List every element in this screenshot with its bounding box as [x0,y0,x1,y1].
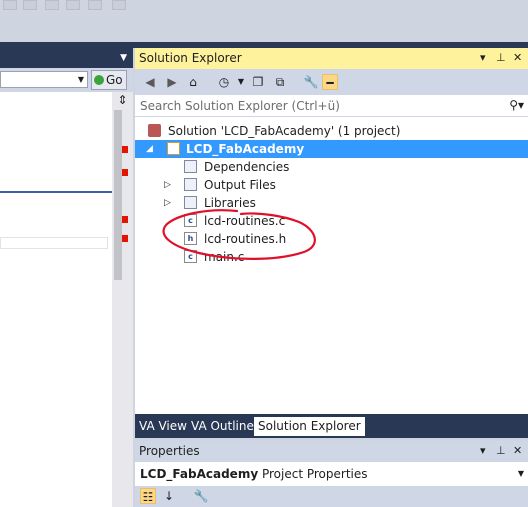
toolbar-icon[interactable] [3,0,17,10]
tree-row-solution[interactable]: Solution 'LCD_FabAcademy' (1 project) [135,122,528,140]
tab-va-outline[interactable]: VA Outline [187,417,258,436]
solution-explorer-header: Solution Explorer ▾ ⊥ ✕ [135,48,528,69]
close-icon[interactable]: ✕ [513,444,522,457]
search-box[interactable]: Search Solution Explorer (Ctrl+ü) ⚲▾ [135,95,528,117]
preview-selected-icon[interactable]: ━ [322,74,338,90]
chevron-down-icon[interactable]: ▼ [233,74,249,90]
properties-toolbar: ☷ ↓ 🔧 [135,486,528,507]
solution-explorer-title: Solution Explorer [139,51,242,65]
error-marker[interactable] [122,235,128,242]
show-all-files-icon[interactable]: ⧉ [272,74,288,90]
toolbar-icon[interactable] [23,0,37,10]
editor-header: ▼ [0,48,133,68]
solution-explorer-toolbar: ◀ ▶ ⌂ ◷ ▼ ❐ ⧉ 🔧 ━ [135,69,528,95]
go-button-label: Go [106,73,123,87]
tree-row-output-files[interactable]: ▷ Output Files [135,176,528,194]
properties-object-type: Project Properties [261,467,368,481]
editor-toolbar: ▼ Go [0,68,133,92]
home-icon[interactable]: ⌂ [185,74,201,90]
forward-icon[interactable]: ▶ [164,74,180,90]
expand-triangle-icon[interactable]: ▷ [164,176,171,194]
toolbar-icon[interactable] [112,0,126,10]
tab-solution-explorer[interactable]: Solution Explorer [254,417,365,436]
red-annotation-circle [162,209,316,260]
dropdown-icon[interactable]: ▾ [480,444,486,457]
folder-icon [184,178,197,191]
tool-window-tabs: VA View VA Outline Solution Explorer [135,414,528,438]
search-icon[interactable]: ⚲▾ [509,98,524,112]
chevron-down-icon[interactable]: ▼ [120,53,127,63]
editor-scrollbar[interactable]: ⇕ [112,92,133,507]
properties-wrench-icon[interactable]: 🔧 [303,74,319,90]
go-arrow-icon [94,75,104,85]
tree-row-project[interactable]: ◢ LCD_FabAcademy [135,140,528,158]
tab-va-view[interactable]: VA View [135,417,191,436]
categorized-icon[interactable]: ☷ [140,488,156,504]
pending-changes-icon[interactable]: ◷ [216,74,232,90]
pin-icon[interactable]: ⊥ [496,51,506,64]
collapse-all-icon[interactable]: ❐ [250,74,266,90]
collapse-triangle-icon[interactable]: ◢ [146,140,153,158]
editor-pane: ▼ ▼ Go ⇕ [0,48,133,507]
error-marker[interactable] [122,216,128,223]
go-button[interactable]: Go [91,70,127,90]
scrollbar-thumb[interactable] [114,110,122,280]
toolbar-icon[interactable] [88,0,102,10]
chevron-down-icon[interactable]: ▼ [78,75,84,84]
split-window-icon[interactable]: ⇕ [112,92,133,108]
toolbar-icon[interactable] [45,0,59,10]
project-icon [167,142,180,155]
project-label: LCD_FabAcademy [186,142,305,156]
tree-item-label: Output Files [204,178,276,192]
properties-object-name: LCD_FabAcademy [140,467,259,481]
dropdown-icon[interactable]: ▾ [480,51,486,64]
chevron-down-icon[interactable]: ▼ [518,464,524,484]
close-icon[interactable]: ✕ [513,51,522,64]
alphabetical-icon[interactable]: ↓ [161,488,177,504]
toolbar-icon[interactable] [66,0,80,10]
search-input[interactable]: Search Solution Explorer (Ctrl+ü) [140,99,340,113]
pin-icon[interactable]: ⊥ [496,444,506,457]
error-marker[interactable] [122,169,128,176]
property-pages-wrench-icon[interactable]: 🔧 [193,488,209,504]
error-marker[interactable] [122,146,128,153]
editor-line-box [0,237,108,249]
navigation-combo[interactable]: ▼ [0,71,88,88]
top-toolbar-strip [0,0,528,42]
solution-label: Solution 'LCD_FabAcademy' (1 project) [168,124,401,138]
editor-area[interactable] [0,92,112,507]
tree-row-dependencies[interactable]: Dependencies [135,158,528,176]
properties-object-combo[interactable]: LCD_FabAcademy Project Properties ▼ [135,464,528,484]
current-line-indicator [0,191,112,193]
properties-pane: Properties ▾ ⊥ ✕ LCD_FabAcademy Project … [135,441,528,507]
folder-icon [184,160,197,173]
properties-title: Properties [139,444,200,458]
solution-explorer-pane: Solution Explorer ▾ ⊥ ✕ ◀ ▶ ⌂ ◷ ▼ ❐ ⧉ 🔧 … [135,48,528,438]
back-icon[interactable]: ◀ [142,74,158,90]
solution-icon [148,124,161,137]
properties-header: Properties ▾ ⊥ ✕ [135,441,528,462]
tree-item-label: Dependencies [204,160,290,174]
